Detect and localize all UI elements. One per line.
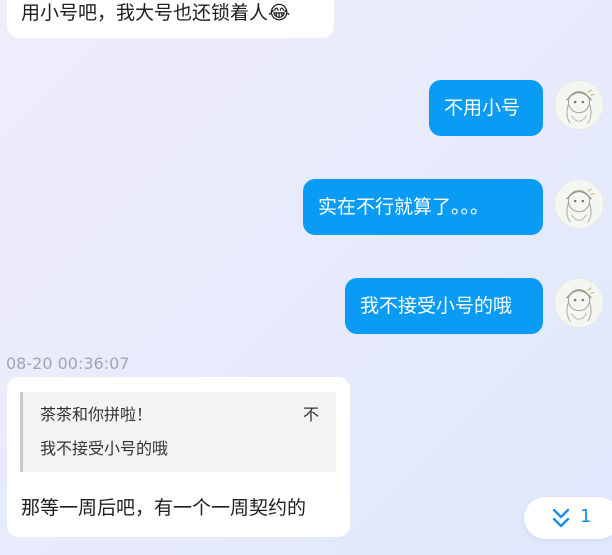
double-chevron-down-icon — [552, 508, 570, 528]
avatar[interactable] — [554, 80, 604, 130]
message-bubble-outgoing[interactable]: 不用小号 — [429, 80, 543, 136]
message-bubble-incoming[interactable]: 用小号吧，我大号也还锁着人😂 — [7, 0, 334, 38]
scroll-to-new-button[interactable]: 1 — [524, 497, 612, 539]
message-text: 实在不行就算了。。。 — [318, 196, 490, 218]
avatar[interactable] — [554, 179, 604, 229]
message-timestamp: 08-20 00:36:07 — [6, 354, 130, 373]
avatar[interactable] — [554, 278, 604, 328]
quoted-message[interactable]: 茶茶和你拼啦！ 不 我不接受小号的哦 — [20, 392, 336, 472]
message-text: 我不接受小号的哦 — [360, 295, 513, 317]
message-text: 不用小号 — [444, 97, 521, 119]
quote-text: 我不接受小号的哦 — [40, 439, 169, 458]
message-bubble-outgoing[interactable]: 我不接受小号的哦 — [345, 278, 543, 334]
message-text: 用小号吧，我大号也还锁着人😂 — [21, 2, 291, 24]
message-bubble-outgoing[interactable]: 实在不行就算了。。。 — [303, 179, 543, 235]
quote-snippet: 不 — [303, 405, 320, 424]
message-text: 那等一周后吧，有一个一周契约的 — [21, 497, 307, 519]
new-message-count: 1 — [580, 506, 592, 527]
quote-author: 茶茶和你拼啦！ — [40, 405, 153, 424]
